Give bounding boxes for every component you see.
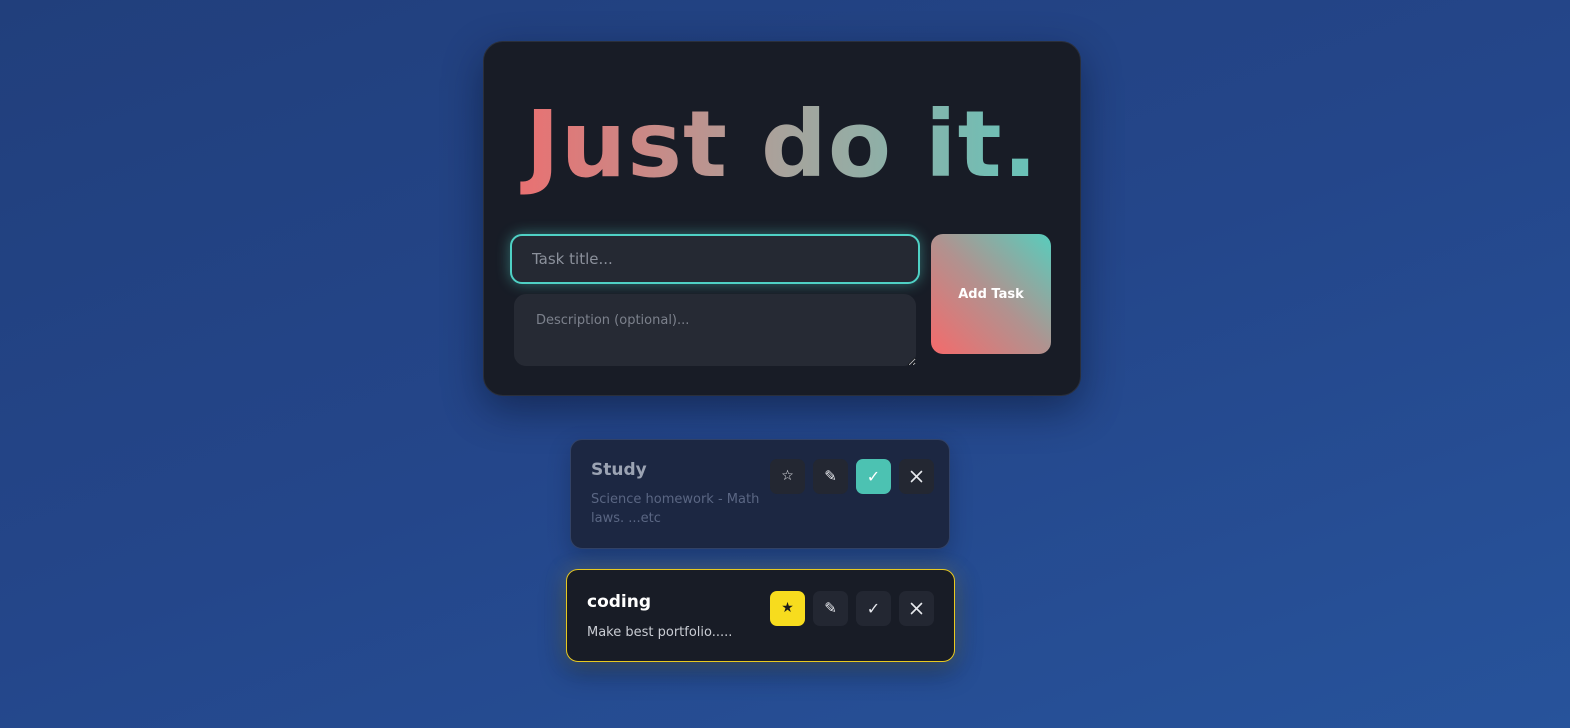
task-card-coding: coding Make best portfolio..... ★ ✎ ✓	[566, 569, 955, 662]
checkmark-icon: ✓	[866, 467, 881, 486]
delete-task-button[interactable]	[899, 459, 934, 494]
pencil-icon: ✎	[824, 467, 837, 485]
edit-task-button[interactable]: ✎	[813, 459, 848, 494]
checkmark-icon: ✓	[866, 599, 881, 618]
complete-task-button[interactable]: ✓	[856, 591, 891, 626]
task-actions: ☆ ✎ ✓	[770, 459, 934, 494]
close-icon	[910, 602, 923, 615]
task-card-study: Study Science homework - Math laws. ...e…	[570, 439, 950, 549]
task-description: Make best portfolio.....	[587, 625, 733, 640]
add-task-button[interactable]: Add Task	[931, 234, 1051, 354]
task-description-input[interactable]	[514, 294, 916, 366]
star-outline-icon: ☆	[781, 468, 794, 484]
task-title: coding	[587, 592, 652, 612]
star-filled-icon: ★	[781, 600, 794, 616]
page-title: Just do it.	[484, 90, 1080, 200]
star-toggle-button[interactable]: ☆	[770, 459, 805, 494]
complete-task-button[interactable]: ✓	[856, 459, 891, 494]
delete-task-button[interactable]	[899, 591, 934, 626]
close-icon	[910, 470, 923, 483]
task-title: Study	[591, 460, 647, 480]
task-description: Science homework - Math laws. ...etc	[591, 492, 760, 526]
task-title-input[interactable]	[510, 234, 920, 284]
task-actions: ★ ✎ ✓	[770, 591, 934, 626]
pencil-icon: ✎	[824, 599, 837, 617]
edit-task-button[interactable]: ✎	[813, 591, 848, 626]
task-form-card: Just do it. Add Task	[483, 41, 1081, 396]
star-toggle-button[interactable]: ★	[770, 591, 805, 626]
